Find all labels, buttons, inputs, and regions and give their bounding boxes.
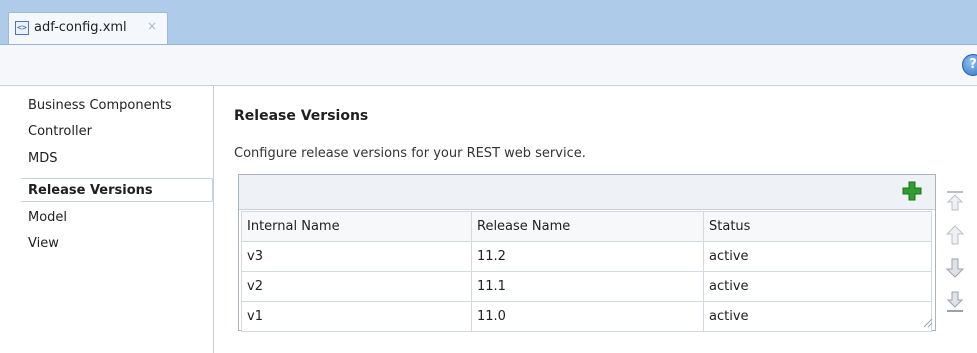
column-header-internal-name[interactable]: Internal Name (241, 211, 472, 242)
table-row[interactable]: v2 11.1 active (241, 271, 932, 302)
move-to-top-icon[interactable] (945, 190, 965, 212)
table-row[interactable]: v1 11.0 active (241, 301, 932, 332)
table-toolbar (239, 175, 935, 210)
tab-label: adf-config.xml (34, 20, 127, 35)
page-title: Release Versions (234, 108, 369, 124)
page-description: Configure release versions for your REST… (234, 146, 586, 161)
resize-grip-icon[interactable] (921, 316, 933, 328)
cell-internal-name[interactable]: v1 (241, 301, 472, 332)
versions-grid: Internal Name Release Name Status v3 11.… (241, 211, 932, 332)
table-row[interactable]: v3 11.2 active (241, 241, 932, 272)
cell-release-name[interactable]: 11.0 (471, 301, 704, 332)
cell-internal-name[interactable]: v2 (241, 271, 472, 302)
xml-file-icon: <> (15, 21, 29, 35)
cell-internal-name[interactable]: v3 (241, 241, 472, 272)
move-up-icon[interactable] (945, 224, 965, 246)
move-to-bottom-icon[interactable] (945, 291, 965, 313)
column-header-status[interactable]: Status (703, 211, 932, 242)
cell-status[interactable]: active (703, 241, 932, 272)
sidebar-item-controller[interactable]: Controller (21, 120, 207, 144)
cell-release-name[interactable]: 11.1 (471, 271, 704, 302)
close-icon[interactable]: × (147, 19, 157, 33)
help-icon[interactable]: ? (962, 54, 977, 76)
editor-window: <> adf-config.xml × ? Business Component… (0, 0, 977, 353)
add-icon[interactable] (901, 180, 923, 202)
editor-toolbar: ? (0, 45, 977, 86)
tab-adf-config[interactable]: <> adf-config.xml × (8, 12, 168, 44)
sidebar-item-mds[interactable]: MDS (21, 147, 207, 171)
column-header-release-name[interactable]: Release Name (471, 211, 704, 242)
tab-bar: <> adf-config.xml × (0, 0, 977, 45)
move-down-icon[interactable] (945, 257, 965, 279)
sidebar: Business Components Controller MDS Relea… (21, 86, 214, 353)
cell-status[interactable]: active (703, 301, 932, 332)
sidebar-item-model[interactable]: Model (21, 206, 207, 230)
release-versions-table: Internal Name Release Name Status v3 11.… (238, 174, 936, 332)
sidebar-item-release-versions[interactable]: Release Versions (21, 178, 213, 202)
sidebar-item-view[interactable]: View (21, 232, 207, 256)
table-header-row: Internal Name Release Name Status (241, 211, 932, 242)
cell-release-name[interactable]: 11.2 (471, 241, 704, 272)
cell-status[interactable]: active (703, 271, 932, 302)
sidebar-item-business-components[interactable]: Business Components (21, 94, 207, 118)
